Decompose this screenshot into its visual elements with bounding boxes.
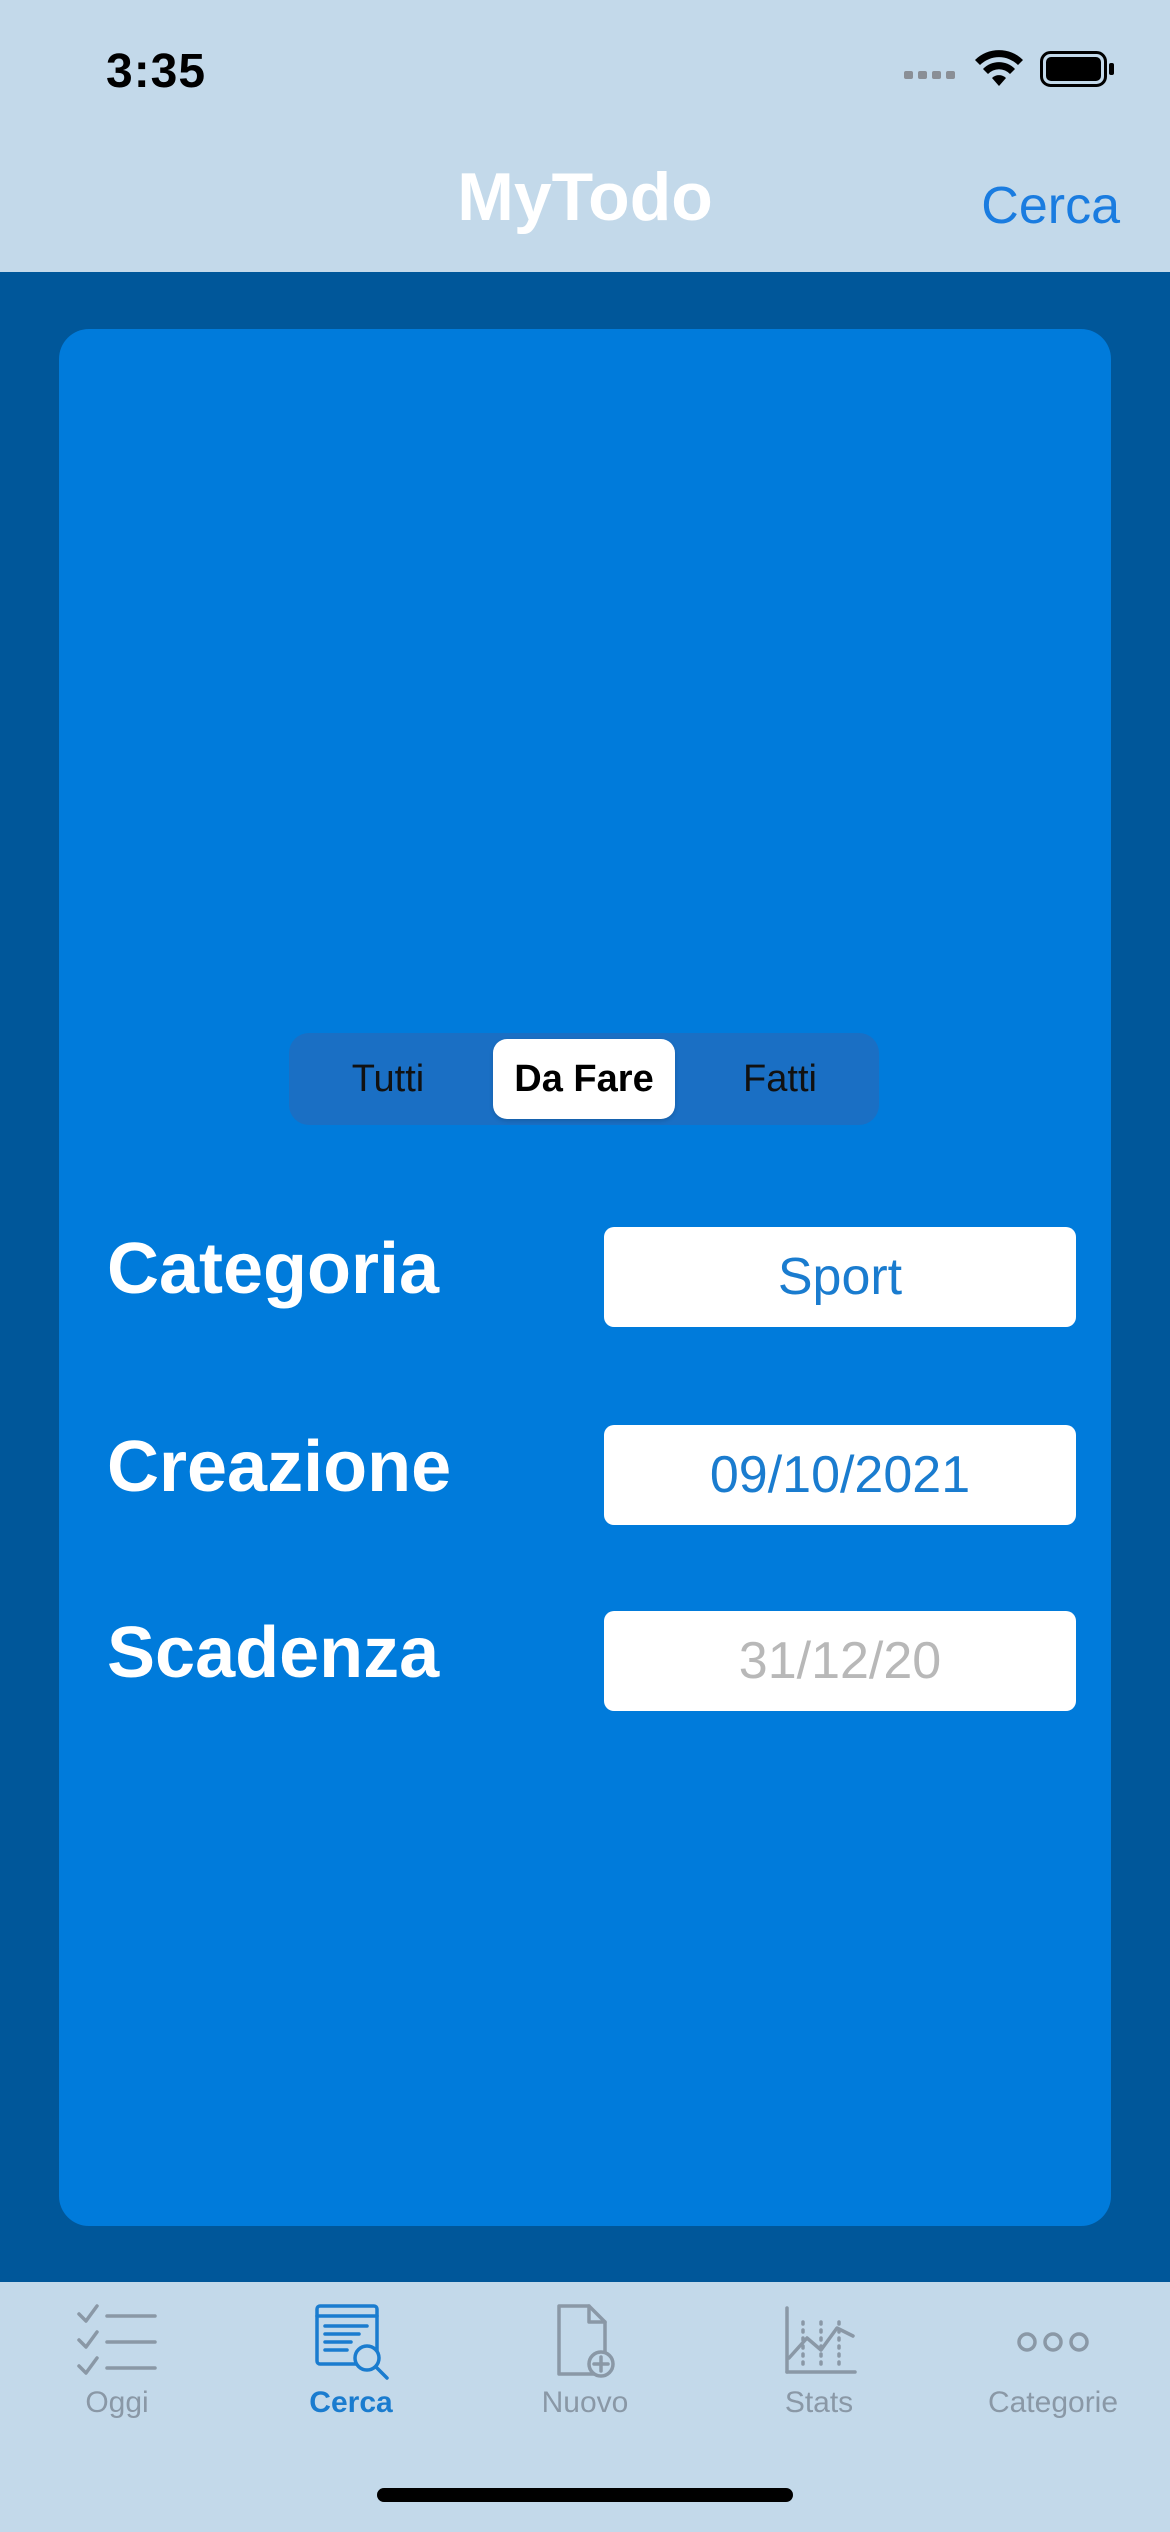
cellular-signal-icon (904, 59, 958, 84)
tab-categorie[interactable]: Categorie (936, 2302, 1170, 2420)
segment-da-fare[interactable]: Da Fare (493, 1039, 675, 1119)
checklist-icon (0, 2302, 234, 2380)
tab-label-oggi: Oggi (85, 2386, 149, 2419)
category-label: Categoria (107, 1229, 440, 1309)
tab-oggi[interactable]: Oggi (0, 2302, 234, 2420)
new-document-icon (468, 2302, 702, 2380)
creation-date-field[interactable]: 09/10/2021 (604, 1425, 1076, 1525)
status-icons (904, 50, 1116, 93)
more-icon (936, 2302, 1170, 2380)
tab-label-stats: Stats (784, 2386, 854, 2419)
search-nav-button[interactable]: Cerca (981, 176, 1120, 236)
tab-nuovo[interactable]: Nuovo (468, 2302, 702, 2420)
battery-icon (1040, 51, 1116, 92)
wifi-icon (974, 50, 1024, 93)
top-bar: 3:35 MyTodo Cerca (0, 0, 1170, 272)
search-card: Tutti Da Fare Fatti Categoria Sport Crea… (59, 329, 1111, 2226)
tab-label-nuovo: Nuovo (541, 2386, 629, 2419)
home-indicator (377, 2488, 793, 2502)
search-document-icon (234, 2302, 468, 2380)
segment-fatti[interactable]: Fatti (689, 1039, 871, 1119)
due-date-label: Scadenza (107, 1613, 440, 1693)
tab-cerca[interactable]: Cerca (234, 2302, 468, 2420)
chart-icon (702, 2302, 936, 2380)
tab-label-cerca: Cerca (309, 2386, 393, 2419)
tab-label-categorie: Categorie (987, 2386, 1119, 2419)
creation-date-label: Creazione (107, 1427, 452, 1507)
due-date-field[interactable]: 31/12/20 (604, 1611, 1076, 1711)
category-picker[interactable]: Sport (604, 1227, 1076, 1327)
segment-tutti[interactable]: Tutti (297, 1039, 479, 1119)
status-time: 3:35 (106, 45, 207, 98)
status-filter-segmented-control[interactable]: Tutti Da Fare Fatti (289, 1033, 879, 1125)
tab-stats[interactable]: Stats (702, 2302, 936, 2420)
